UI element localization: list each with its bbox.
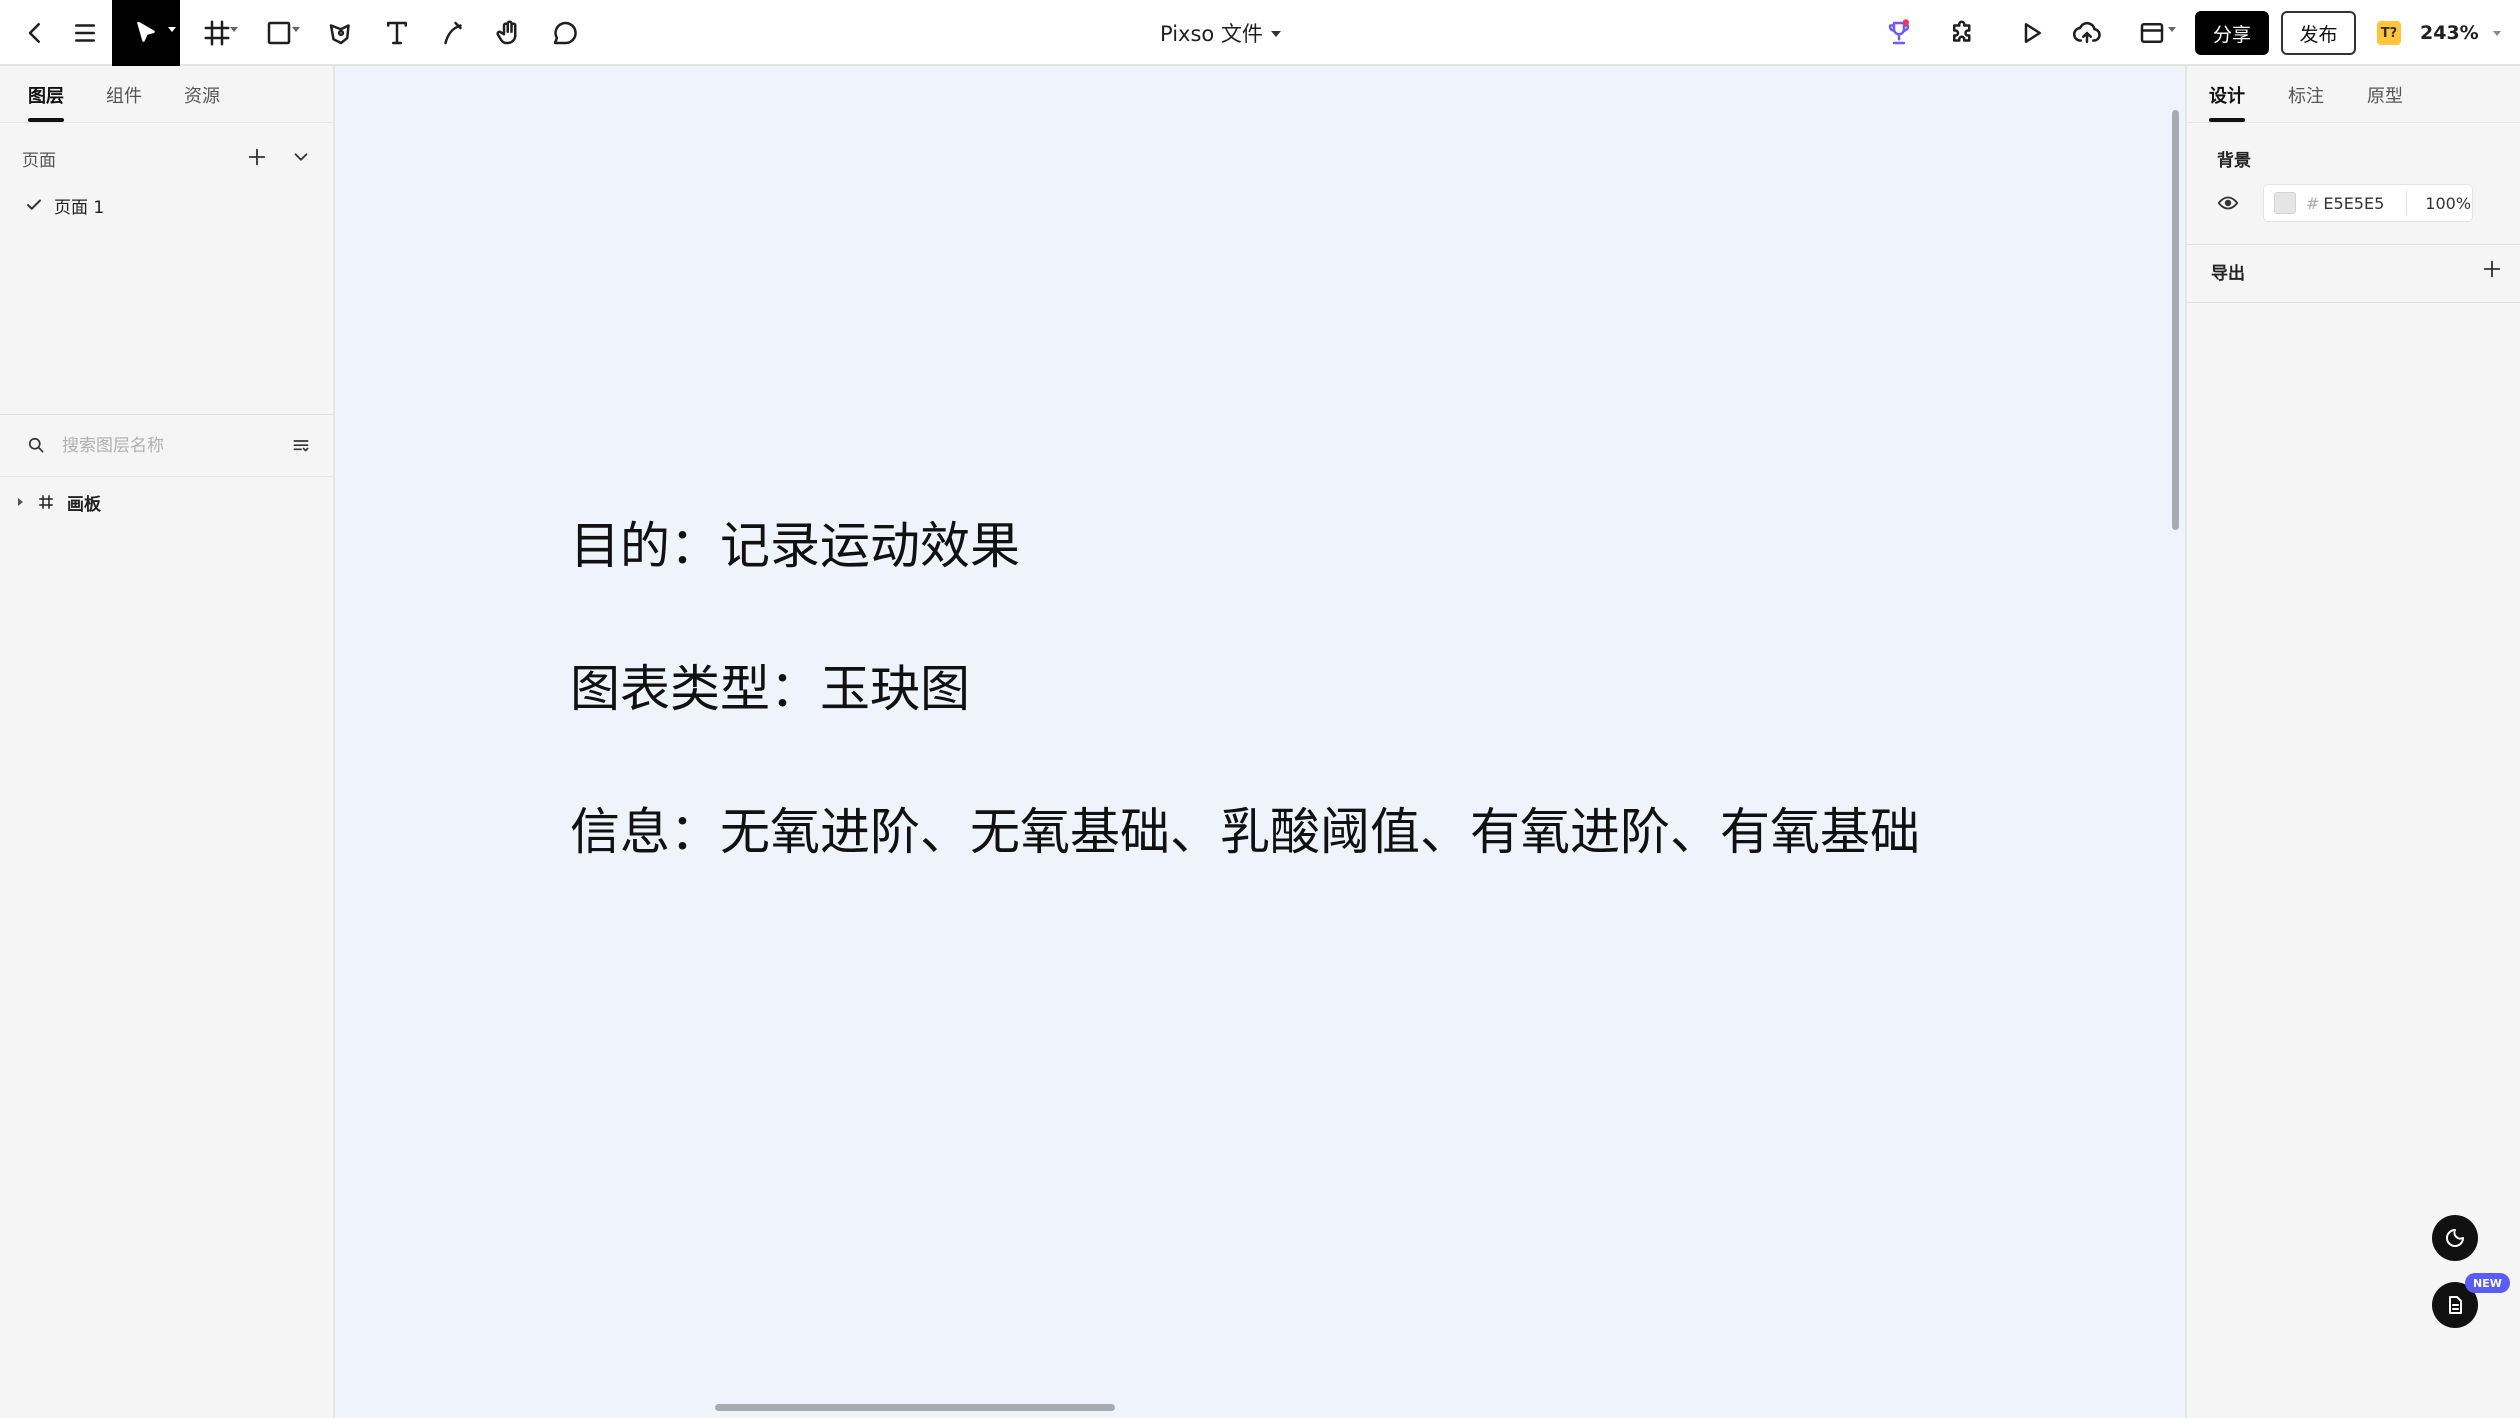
tab-assets[interactable]: 资源 (184, 82, 220, 108)
plugins-button[interactable] (1940, 0, 1986, 66)
design-canvas[interactable]: 目的：记录运动效果 图表类型：玉玦图 信息：无氧进阶、无氧基础、乳酸阈值、有氧进… (335, 66, 2185, 1418)
text-tool-button[interactable] (374, 0, 420, 66)
chevron-down-icon (2492, 30, 2501, 36)
chevron-down-icon (294, 153, 308, 161)
moon-icon (2446, 1229, 2464, 1247)
canvas-text-purpose[interactable]: 目的：记录运动效果 (570, 506, 1020, 578)
share-button[interactable]: 分享 (2195, 11, 2269, 55)
main-menu-button[interactable] (62, 0, 108, 66)
layer-filter-button[interactable] (286, 431, 316, 461)
zoom-menu[interactable]: 243% (2420, 0, 2501, 66)
trophy-icon (1888, 19, 1910, 45)
tab-layers[interactable]: 图层 (28, 82, 64, 122)
chevron-down-icon (292, 27, 300, 32)
layout-menu-button[interactable] (2124, 0, 2180, 66)
background-visibility-toggle[interactable] (2213, 188, 2243, 218)
add-page-button[interactable] (242, 142, 272, 172)
back-icon (28, 23, 40, 43)
layer-item-label: 画板 (67, 494, 101, 515)
filter-icon (293, 440, 309, 452)
publish-button[interactable]: 发布 (2281, 11, 2356, 55)
layer-item-frame[interactable]: 画板 (0, 484, 333, 520)
pages-label: 页面 (22, 151, 56, 171)
trophy-button[interactable] (1876, 0, 1922, 66)
vertical-scrollbar[interactable] (2172, 110, 2179, 530)
present-button[interactable] (2008, 0, 2054, 66)
tabs-divider (2187, 122, 2520, 123)
background-opacity-value[interactable]: 100% (2425, 194, 2471, 213)
background-color-field[interactable]: # E5E5E5 100% (2263, 184, 2473, 222)
caret-right-icon[interactable] (18, 498, 23, 506)
background-section-label: 背景 (2217, 151, 2251, 171)
pen-tool-button[interactable] (318, 0, 364, 66)
search-icon (26, 435, 46, 459)
tab-components[interactable]: 组件 (106, 82, 142, 108)
collapse-pages-button[interactable] (286, 142, 316, 172)
horizontal-scrollbar[interactable] (715, 1404, 1115, 1411)
ai-assistant-badge[interactable]: T? (2377, 21, 2401, 45)
field-separator (2406, 191, 2408, 215)
document-icon (2449, 1296, 2462, 1314)
play-icon (2024, 23, 2041, 43)
page-item[interactable]: 页面 1 (0, 188, 333, 222)
page-item-label: 页面 1 (54, 197, 105, 218)
menu-icon (75, 24, 95, 42)
background-color-swatch[interactable] (2274, 192, 2296, 214)
upload-button[interactable] (2064, 0, 2110, 66)
move-icon (137, 21, 155, 42)
text-icon (387, 21, 407, 45)
add-export-button[interactable] (2477, 254, 2507, 284)
zoom-level: 243% (2420, 22, 2479, 44)
canvas-text-info[interactable]: 信息：无氧进阶、无氧基础、乳酸阈值、有氧进阶、有氧基础 (570, 792, 1920, 864)
chevron-down-icon (230, 27, 238, 32)
frame-icon (204, 20, 230, 46)
comment-icon (553, 21, 577, 45)
frame-tool-button[interactable] (192, 0, 242, 66)
plus-icon (248, 148, 266, 166)
file-title: Pixso 文件 (1160, 22, 1263, 46)
background-hex-value[interactable]: E5E5E5 (2323, 194, 2384, 213)
comment-tool-button[interactable] (542, 0, 588, 66)
file-title-menu[interactable]: Pixso 文件 (1160, 0, 1281, 66)
left-panel: 图层 组件 资源 页面 页面 1 画板 (0, 66, 335, 1418)
new-badge: NEW (2465, 1273, 2510, 1293)
back-button[interactable] (12, 0, 58, 66)
tab-annotate[interactable]: 标注 (2288, 82, 2324, 108)
pencil-icon (444, 21, 462, 45)
tabs-divider (0, 122, 333, 123)
canvas-text-chart-type[interactable]: 图表类型：玉玦图 (570, 649, 970, 721)
hand-icon (496, 20, 517, 45)
section-divider (2187, 244, 2520, 245)
right-panel: 设计 标注 原型 背景 # E5E5E5 100% 导出 (2185, 66, 2520, 1418)
section-divider (2187, 302, 2520, 303)
plus-icon (2483, 260, 2501, 278)
tab-design[interactable]: 设计 (2209, 82, 2245, 122)
chevron-down-icon (168, 27, 176, 32)
cloud-upload-icon (2072, 21, 2101, 43)
shape-tool-button[interactable] (254, 0, 304, 66)
layer-search-input[interactable] (62, 431, 262, 461)
pencil-tool-button[interactable] (430, 0, 476, 66)
top-toolbar: Pixso 文件 分享 发布 T? 243% (0, 0, 2520, 66)
move-tool-button[interactable] (112, 0, 180, 66)
tab-prototype[interactable]: 原型 (2367, 82, 2403, 108)
layout-icon (2140, 23, 2164, 43)
hex-prefix: # (2306, 193, 2320, 213)
plugin-icon (1953, 20, 1971, 42)
export-section-label: 导出 (2211, 264, 2245, 284)
rectangle-icon (267, 21, 291, 45)
theme-toggle-button[interactable] (2432, 1215, 2478, 1261)
pen-icon (329, 24, 350, 45)
check-icon (22, 193, 46, 217)
frame-icon (35, 491, 57, 513)
eye-icon (2217, 196, 2239, 210)
chevron-down-icon (1270, 31, 1281, 37)
hand-tool-button[interactable] (486, 0, 532, 66)
chevron-down-icon (2168, 27, 2176, 32)
layer-search-bar (0, 415, 333, 477)
